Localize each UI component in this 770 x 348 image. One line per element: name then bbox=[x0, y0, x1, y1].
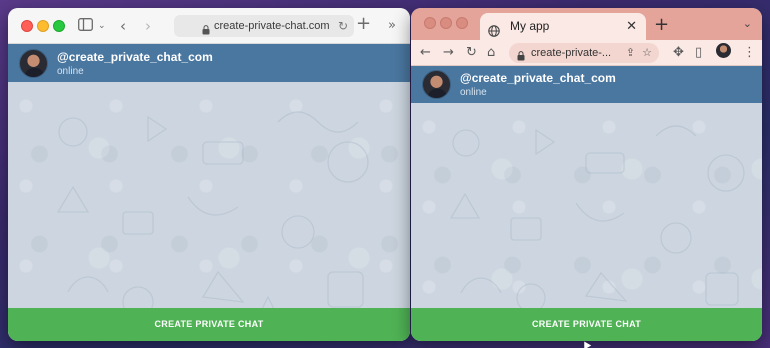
chat-status: online bbox=[57, 66, 84, 77]
zoom-window-button[interactable] bbox=[53, 20, 65, 32]
share-icon[interactable]: ⇪ bbox=[626, 43, 635, 63]
create-private-chat-button[interactable]: CREATE PRIVATE CHAT bbox=[8, 308, 410, 341]
chevron-down-icon[interactable]: ⌄ bbox=[743, 17, 752, 30]
chrome-address-bar[interactable]: create-private-... ⇪ ☆ bbox=[509, 43, 659, 63]
sidebar-icon[interactable] bbox=[78, 18, 93, 34]
close-icon[interactable]: ✕ bbox=[626, 13, 637, 40]
close-window-button[interactable] bbox=[424, 17, 436, 29]
back-button[interactable]: ‹ bbox=[120, 18, 126, 34]
safari-toolbar: ⌄ ‹ › create-private-chat.com ↻ + » bbox=[8, 8, 410, 44]
avatar bbox=[422, 70, 451, 99]
lock-icon bbox=[202, 21, 210, 43]
chrome-toolbar: ← → ↻ ⌂ create-private-... ⇪ ☆ ✥ ▯ ⋮ bbox=[411, 40, 762, 66]
profile-avatar[interactable] bbox=[716, 43, 731, 58]
lock-icon bbox=[517, 48, 525, 68]
doodle-pattern bbox=[449, 125, 745, 313]
chrome-url-text: create-private-... bbox=[531, 47, 612, 59]
chat-header: @create_private_chat_com online bbox=[411, 66, 762, 103]
minimize-window-button[interactable] bbox=[440, 17, 452, 29]
plus-icon[interactable]: + bbox=[654, 14, 669, 35]
new-tab-button[interactable]: + bbox=[356, 15, 371, 33]
kebab-menu-icon[interactable]: ⋮ bbox=[743, 45, 756, 61]
tab-my-app[interactable]: My app ✕ bbox=[480, 13, 646, 40]
forward-button[interactable]: › bbox=[145, 18, 151, 34]
side-panel-icon[interactable]: ▯ bbox=[695, 45, 702, 61]
chat-username: @create_private_chat_com bbox=[57, 50, 213, 64]
chat-username: @create_private_chat_com bbox=[460, 71, 616, 85]
safari-address-bar[interactable]: create-private-chat.com ↻ bbox=[174, 15, 354, 37]
avatar bbox=[19, 49, 48, 78]
tab-title: My app bbox=[510, 19, 550, 33]
forward-button[interactable]: → bbox=[443, 45, 454, 61]
chevron-down-icon[interactable]: ⌄ bbox=[98, 18, 106, 34]
reload-icon[interactable]: ↻ bbox=[466, 45, 477, 61]
reload-icon[interactable]: ↻ bbox=[338, 15, 348, 37]
doodle-pattern bbox=[56, 111, 369, 318]
close-window-button[interactable] bbox=[21, 20, 33, 32]
safari-url-text: create-private-chat.com bbox=[214, 20, 330, 32]
double-chevron-icon[interactable]: » bbox=[388, 18, 396, 34]
chrome-tab-strip: My app ✕ + ⌄ bbox=[411, 8, 762, 40]
star-icon[interactable]: ☆ bbox=[642, 43, 652, 63]
minimize-window-button[interactable] bbox=[37, 20, 49, 32]
chat-header: @create_private_chat_com online bbox=[8, 44, 410, 82]
safari-window: ⌄ ‹ › create-private-chat.com ↻ + » @cre… bbox=[8, 8, 410, 341]
chat-background: CREATE PRIVATE CHAT bbox=[8, 82, 410, 341]
chat-status: online bbox=[460, 87, 487, 98]
chrome-window: My app ✕ + ⌄ ← → ↻ ⌂ create-private-... … bbox=[411, 8, 762, 341]
back-button[interactable]: ← bbox=[420, 45, 431, 61]
home-icon[interactable]: ⌂ bbox=[487, 45, 495, 61]
chat-background: CREATE PRIVATE CHAT bbox=[411, 103, 762, 341]
extensions-icon[interactable]: ✥ bbox=[673, 45, 684, 61]
create-private-chat-button[interactable]: CREATE PRIVATE CHAT bbox=[411, 308, 762, 341]
zoom-window-button[interactable] bbox=[456, 17, 468, 29]
